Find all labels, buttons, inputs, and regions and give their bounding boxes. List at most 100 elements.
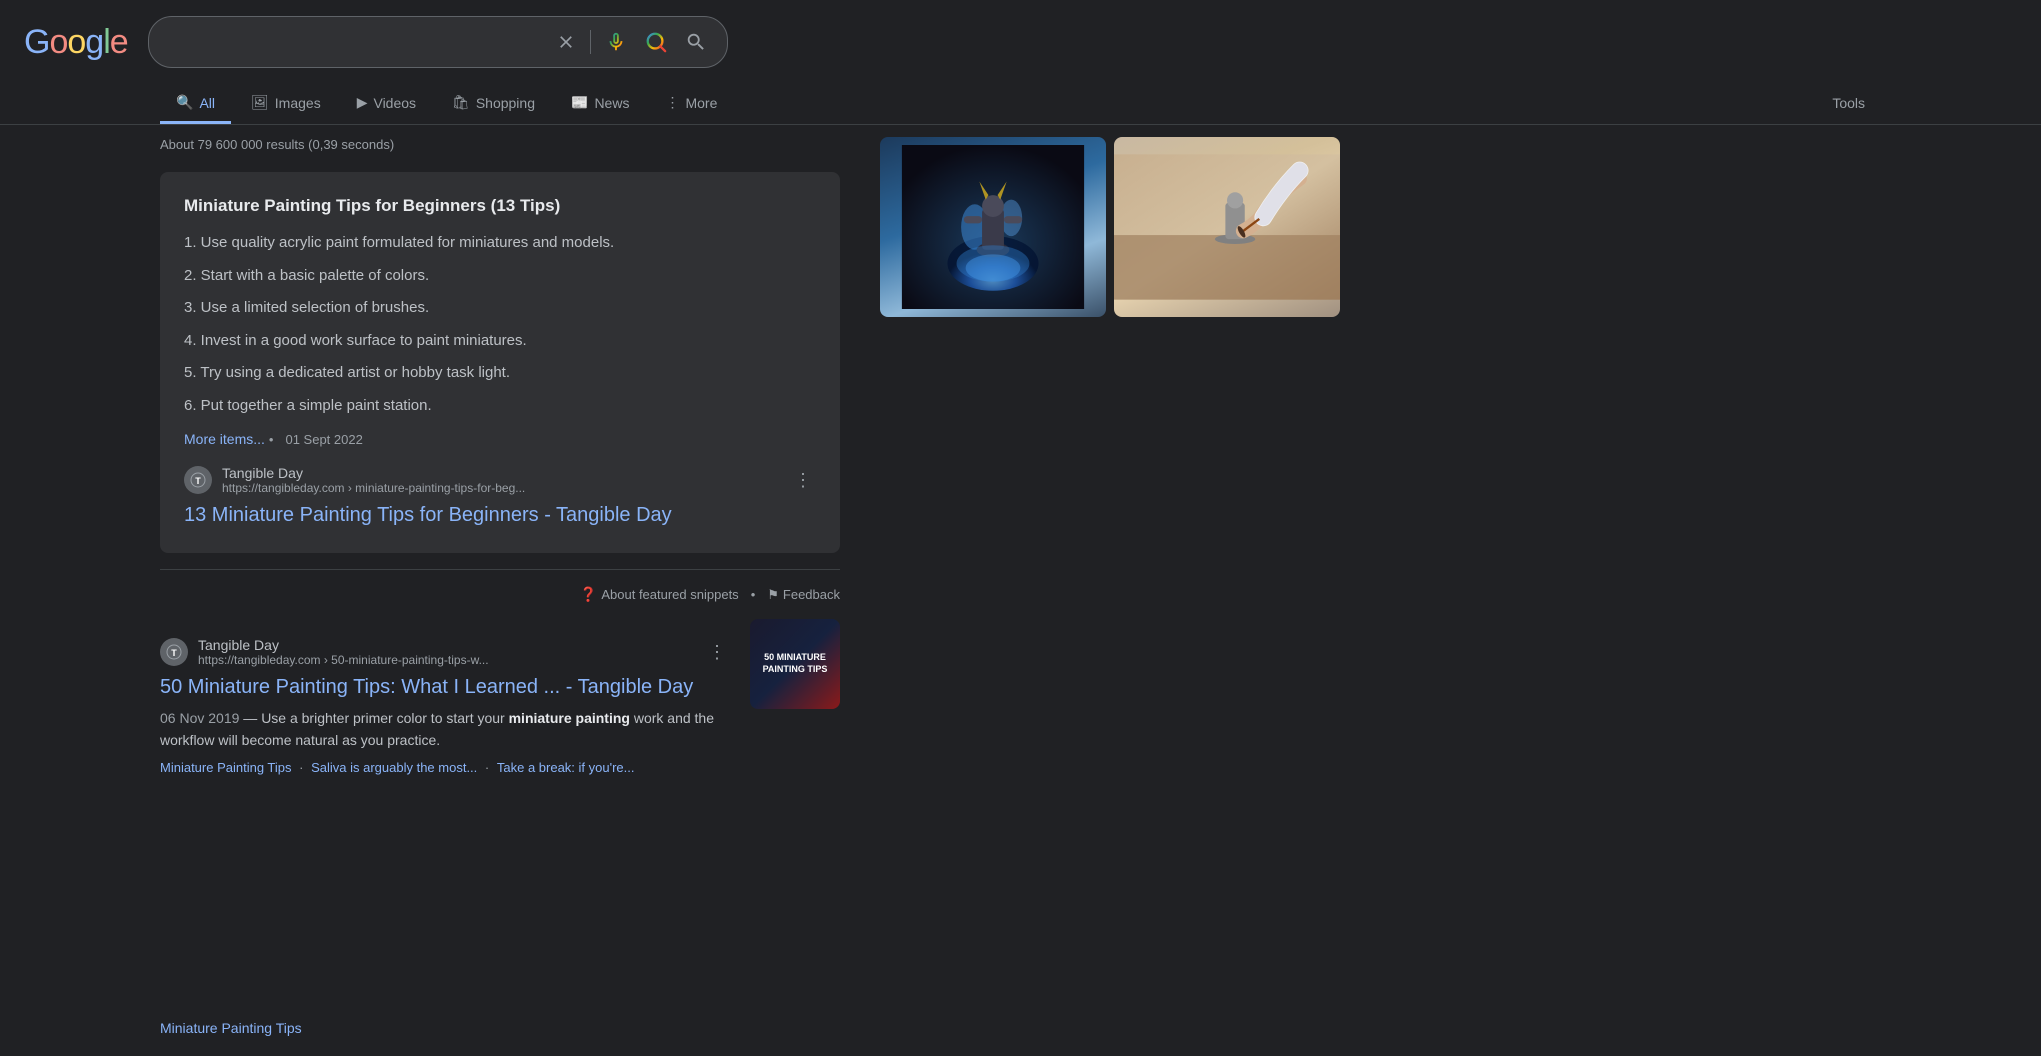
snippet-bold-text: miniature painting bbox=[509, 710, 630, 726]
second-result: T Tangible Day https://tangibleday.com ›… bbox=[160, 619, 840, 775]
feedback-row: ❓ About featured snippets • ⚑ Feedback bbox=[160, 586, 840, 603]
search-bar: miniature painting tips bbox=[148, 16, 728, 68]
tab-videos-label: Videos bbox=[373, 95, 416, 111]
second-result-link[interactable]: 50 Miniature Painting Tips: What I Learn… bbox=[160, 673, 730, 701]
clear-button[interactable] bbox=[552, 28, 580, 56]
source-info: Tangible Day https://tangibleday.com › m… bbox=[222, 465, 780, 495]
source-row: T Tangible Day https://tangibleday.com ›… bbox=[184, 465, 816, 495]
sub-link-2[interactable]: Saliva is arguably the most... bbox=[311, 760, 477, 775]
header: Google miniature painting tips bbox=[0, 0, 2041, 84]
tab-more-label: More bbox=[685, 95, 717, 111]
thumbnail-image: 50 MINIATURE PAINTING TIPS bbox=[750, 619, 840, 709]
second-result-thumbnail: 50 MINIATURE PAINTING TIPS bbox=[750, 619, 840, 709]
tab-shopping-label: Shopping bbox=[476, 95, 535, 111]
page-bottom: Miniature Painting Tips bbox=[160, 1020, 302, 1036]
results-count: About 79 600 000 results (0,39 seconds) bbox=[160, 137, 840, 152]
image-1 bbox=[880, 137, 1106, 317]
tab-images[interactable]: 🖼 Images bbox=[235, 84, 337, 124]
lens-button[interactable] bbox=[641, 27, 671, 57]
dash-sep: — bbox=[243, 710, 261, 726]
image-card-1[interactable] bbox=[880, 137, 1106, 317]
question-circle-icon: ❓ bbox=[580, 586, 597, 603]
tab-news[interactable]: 📰 News bbox=[555, 84, 645, 124]
microphone-icon bbox=[605, 31, 627, 53]
clear-icon bbox=[556, 32, 576, 52]
miniature-figure-svg bbox=[888, 145, 1098, 309]
feedback-label: Feedback bbox=[783, 587, 840, 602]
videos-icon: ▶ bbox=[357, 94, 368, 111]
tools-button[interactable]: Tools bbox=[1816, 85, 1881, 124]
featured-result-link[interactable]: 13 Miniature Painting Tips for Beginners… bbox=[184, 501, 816, 529]
search-button[interactable] bbox=[681, 27, 711, 57]
sub-links: Miniature Painting Tips · Saliva is argu… bbox=[160, 760, 730, 775]
source-name: Tangible Day bbox=[222, 465, 780, 481]
dot-separator: • bbox=[751, 587, 756, 602]
painting-hand-svg bbox=[1114, 137, 1340, 317]
tab-news-label: News bbox=[594, 95, 629, 111]
tab-images-label: Images bbox=[275, 95, 321, 111]
lens-icon bbox=[645, 31, 667, 53]
second-source-row: T Tangible Day https://tangibleday.com ›… bbox=[160, 637, 730, 667]
feedback-link[interactable]: ⚑ Feedback bbox=[767, 587, 840, 603]
svg-text:T: T bbox=[171, 648, 177, 658]
about-snippets-label: About featured snippets bbox=[601, 587, 738, 602]
date-separator: • bbox=[269, 432, 274, 447]
second-source-name: Tangible Day bbox=[198, 637, 694, 653]
favicon-icon: T bbox=[190, 472, 206, 488]
list-item: 6. Put together a simple paint station. bbox=[184, 395, 816, 418]
second-favicon-icon: T bbox=[166, 644, 182, 660]
second-three-dot-button[interactable]: ⋮ bbox=[704, 638, 730, 667]
news-icon: 📰 bbox=[571, 94, 588, 111]
sub-link-3[interactable]: Take a break: if you're... bbox=[497, 760, 635, 775]
image-card-2[interactable] bbox=[1114, 137, 1340, 317]
second-source-url: https://tangibleday.com › 50-miniature-p… bbox=[198, 653, 694, 667]
right-column bbox=[880, 137, 1340, 775]
search-tabs: 🔍 All 🖼 Images ▶ Videos 🛍 Shopping 📰 New… bbox=[0, 84, 2041, 125]
search-input[interactable]: miniature painting tips bbox=[165, 33, 542, 51]
featured-snippet: Miniature Painting Tips for Beginners (1… bbox=[160, 172, 840, 553]
main-content: About 79 600 000 results (0,39 seconds) … bbox=[0, 125, 2041, 775]
source-favicon: T bbox=[184, 466, 212, 494]
source-url: https://tangibleday.com › miniature-pain… bbox=[222, 481, 780, 495]
image-2 bbox=[1114, 137, 1340, 317]
left-column: About 79 600 000 results (0,39 seconds) … bbox=[160, 137, 840, 775]
tab-more[interactable]: ⋮ More bbox=[649, 84, 733, 124]
search-icons bbox=[552, 27, 711, 57]
list-item: 1. Use quality acrylic paint formulated … bbox=[184, 232, 816, 255]
tab-all[interactable]: 🔍 All bbox=[160, 84, 231, 124]
more-items-link[interactable]: More items... bbox=[184, 431, 265, 447]
shopping-icon: 🛍 bbox=[452, 94, 470, 111]
google-logo: Google bbox=[24, 23, 128, 62]
divider bbox=[590, 30, 591, 54]
about-snippets-link[interactable]: ❓ About featured snippets bbox=[580, 586, 739, 603]
second-result-content: T Tangible Day https://tangibleday.com ›… bbox=[160, 619, 730, 775]
snippet-date: 01 Sept 2022 bbox=[285, 432, 362, 447]
search-icon bbox=[685, 31, 707, 53]
images-icon: 🖼 bbox=[251, 94, 269, 111]
tab-shopping[interactable]: 🛍 Shopping bbox=[436, 84, 551, 124]
three-dot-menu-button[interactable]: ⋮ bbox=[790, 466, 816, 495]
list-item: 4. Invest in a good work surface to pain… bbox=[184, 330, 816, 353]
images-panel bbox=[880, 137, 1340, 317]
second-source-favicon: T bbox=[160, 638, 188, 666]
bottom-title: Miniature Painting Tips bbox=[160, 1020, 302, 1036]
second-source-info: Tangible Day https://tangibleday.com › 5… bbox=[198, 637, 694, 667]
more-dots-icon: ⋮ bbox=[665, 94, 679, 111]
snippet-divider bbox=[160, 569, 840, 570]
list-item: 5. Try using a dedicated artist or hobby… bbox=[184, 362, 816, 385]
feedback-icon: ⚑ bbox=[767, 587, 779, 603]
tab-all-label: All bbox=[199, 95, 215, 111]
sub-link-sep-1: · bbox=[299, 760, 307, 775]
microphone-button[interactable] bbox=[601, 27, 631, 57]
list-item: 3. Use a limited selection of brushes. bbox=[184, 297, 816, 320]
second-result-date: 06 Nov 2019 bbox=[160, 710, 239, 726]
featured-title: Miniature Painting Tips for Beginners (1… bbox=[184, 196, 816, 216]
featured-list: 1. Use quality acrylic paint formulated … bbox=[184, 232, 816, 417]
sub-link-sep-2: · bbox=[485, 760, 493, 775]
second-snippet-text: 06 Nov 2019 — Use a brighter primer colo… bbox=[160, 707, 730, 752]
svg-text:T: T bbox=[195, 476, 201, 486]
sub-link-1[interactable]: Miniature Painting Tips bbox=[160, 760, 292, 775]
tab-videos[interactable]: ▶ Videos bbox=[341, 84, 432, 124]
all-icon: 🔍 bbox=[176, 94, 193, 111]
list-item: 2. Start with a basic palette of colors. bbox=[184, 265, 816, 288]
